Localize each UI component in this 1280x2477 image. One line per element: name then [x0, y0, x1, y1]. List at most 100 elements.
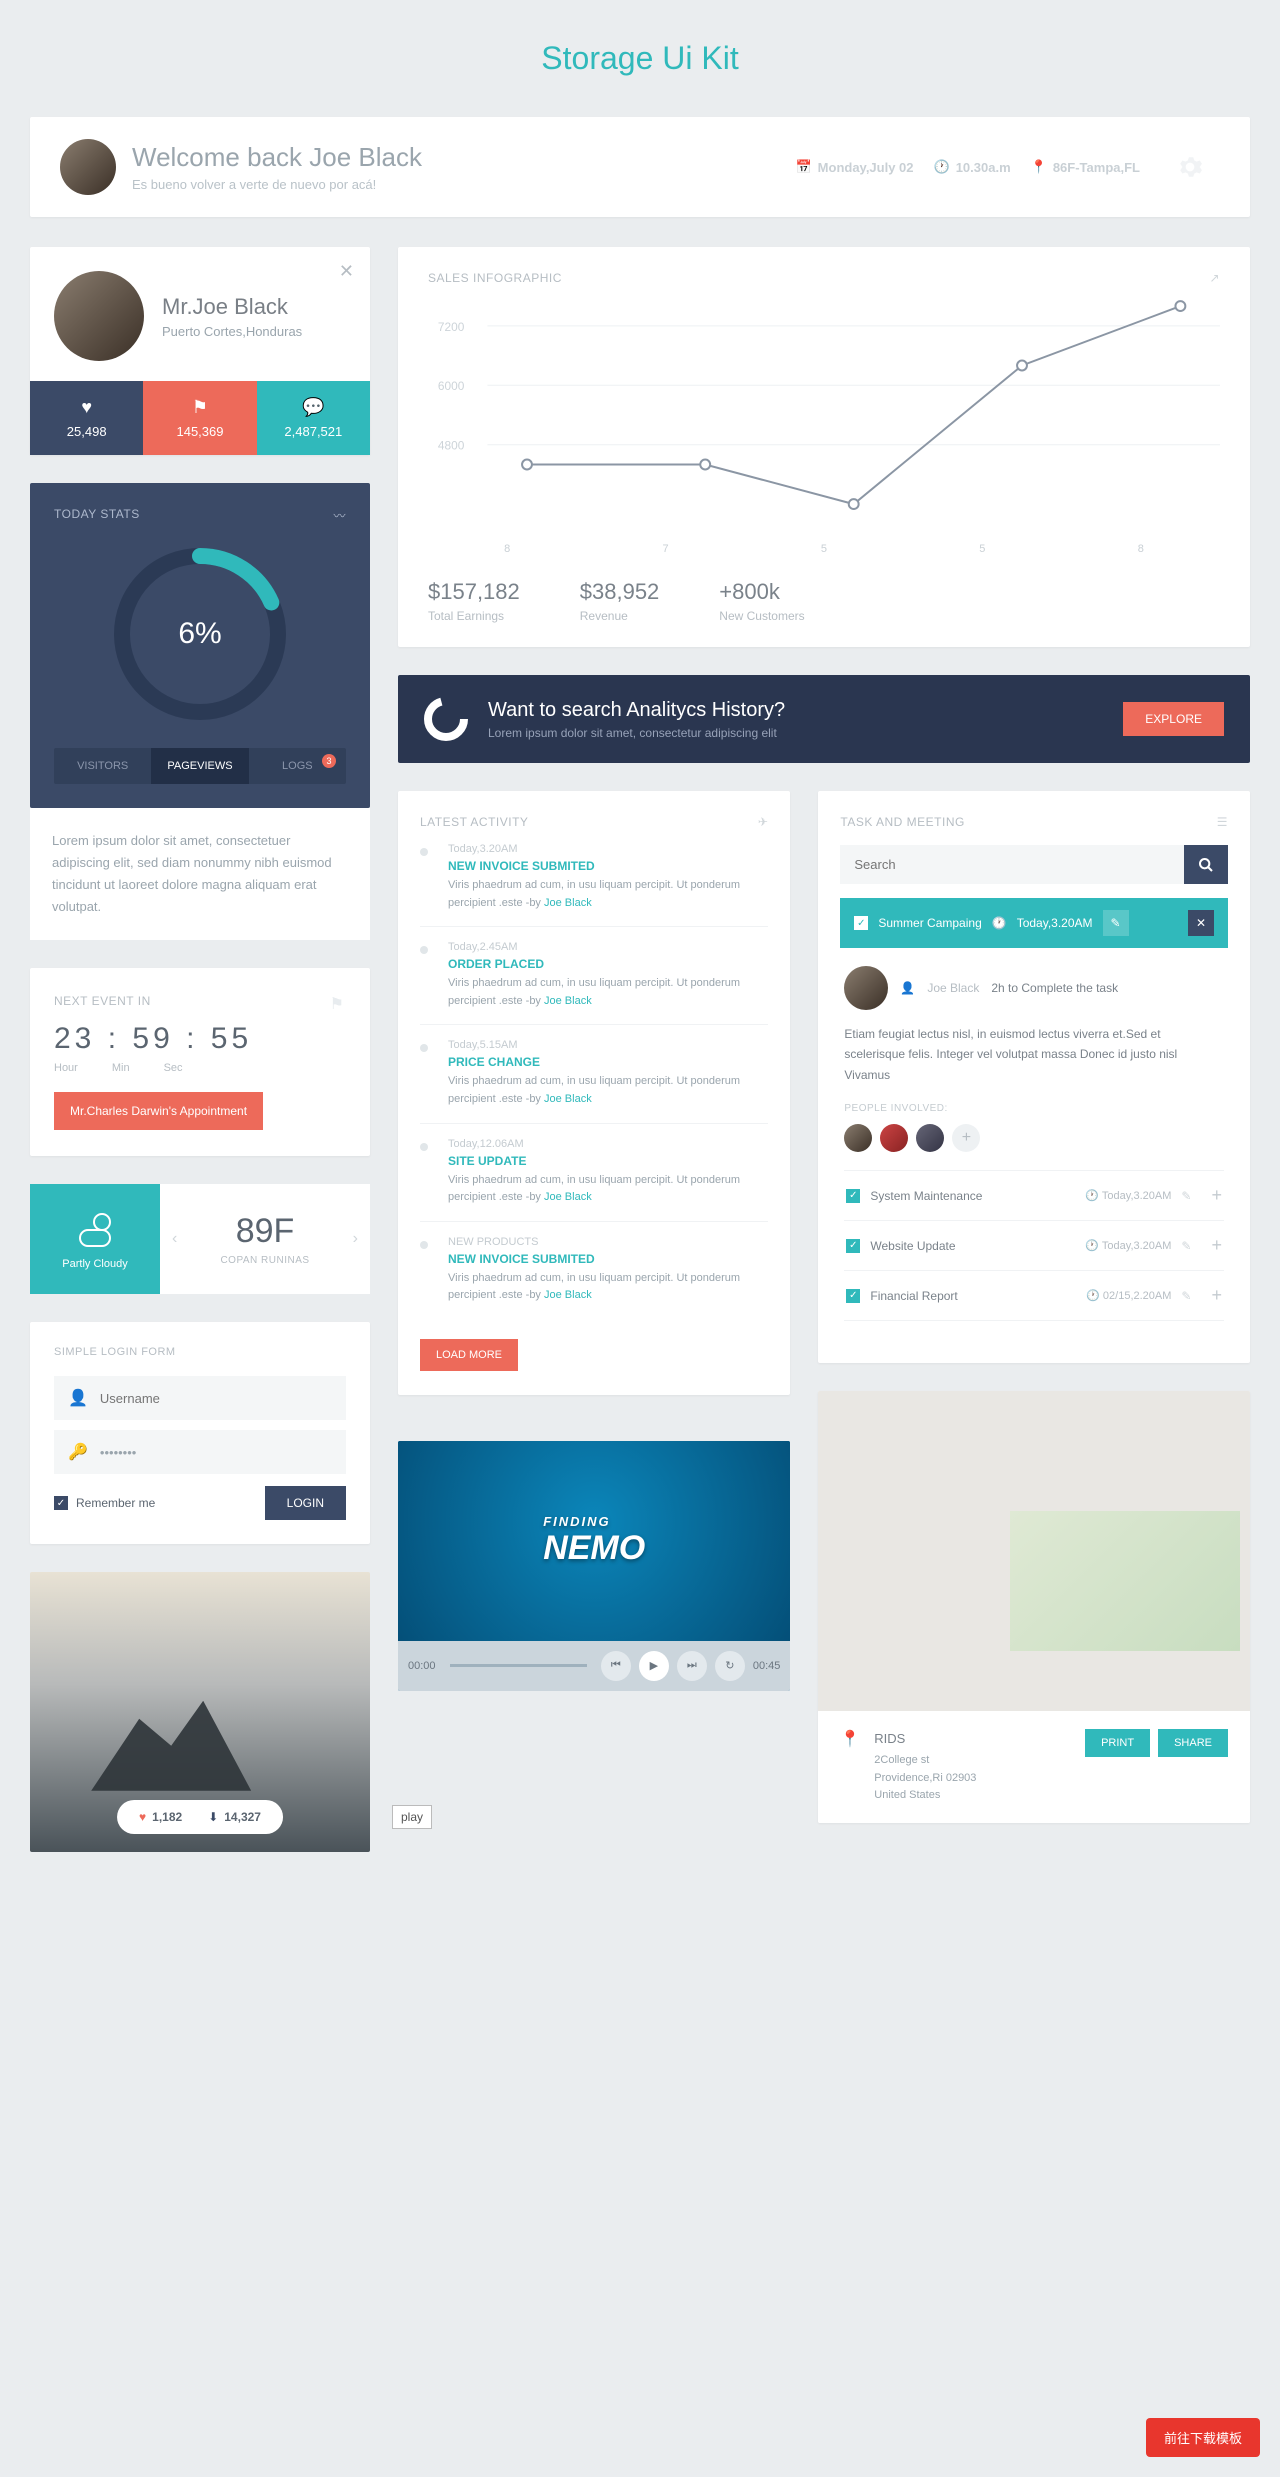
avatar[interactable] [880, 1124, 908, 1152]
login-title: SIMPLE LOGIN FORM [54, 1346, 346, 1358]
header-location: 📍 86F-Tampa,FL [1031, 159, 1140, 175]
add-icon[interactable]: + [1211, 1235, 1222, 1256]
timeline-dot [420, 1143, 428, 1151]
load-more-button[interactable]: LOAD MORE [420, 1339, 518, 1371]
task-card: TASK AND MEETING☰ ✓ Summer Campaing 🕐 To… [818, 791, 1250, 1363]
pie-icon [424, 697, 468, 741]
edit-icon[interactable]: ✎ [1181, 1289, 1191, 1303]
rocket-icon: ✈ [758, 815, 769, 829]
timeline-dot [420, 946, 428, 954]
welcome-sub: Es bueno volver a verte de nuevo por acá… [132, 177, 795, 192]
map[interactable] [818, 1391, 1250, 1711]
tab-logs[interactable]: LOGS3 [249, 748, 346, 784]
remember-checkbox[interactable]: ✓Remember me [54, 1496, 155, 1510]
video-time-start: 00:00 [408, 1660, 436, 1672]
weather-city: COPAN RUNINAS [220, 1255, 309, 1266]
activity-title: LATEST ACTIVITY [420, 815, 528, 829]
avatar[interactable] [844, 1124, 872, 1152]
activity-author[interactable]: Joe Black [544, 995, 592, 1007]
page-title: Storage Ui Kit [30, 40, 1250, 77]
checkbox-icon[interactable]: ✓ [846, 1289, 860, 1303]
stat-comments[interactable]: 💬2,487,521 [257, 381, 370, 455]
repeat-button[interactable]: ↻ [715, 1651, 745, 1681]
photo-card: ♥1,182 ⬇14,327 [30, 1572, 370, 1852]
weather-temp: 89F [236, 1212, 295, 1251]
search-button[interactable] [1184, 845, 1228, 884]
countdown-card: NEXT EVENT IN ⚑ 23 : 59 : 55 HourMinSec … [30, 968, 370, 1156]
svg-text:4800: 4800 [438, 439, 465, 453]
header-date: 📅 Monday,July 02 [795, 159, 913, 175]
stats-percentage: 6% [110, 544, 290, 724]
password-input[interactable] [100, 1445, 332, 1460]
explore-banner: Want to search Analitycs History?Lorem i… [398, 675, 1250, 763]
prev-button[interactable]: ⏮ [601, 1651, 631, 1681]
add-icon[interactable]: + [1211, 1285, 1222, 1306]
activity-item: NEW PRODUCTS NEW INVOICE SUBMITED Viris … [420, 1222, 768, 1319]
explore-sub: Lorem ipsum dolor sit amet, consectetur … [488, 726, 785, 740]
tab-visitors[interactable]: VISITORS [54, 748, 151, 784]
metric-customers: +800k [719, 579, 804, 605]
map-name: RIDS [874, 1729, 976, 1750]
settings-button[interactable] [1160, 137, 1220, 197]
edit-button[interactable]: ✎ [1103, 910, 1129, 936]
checkbox-icon[interactable]: ✓ [846, 1239, 860, 1253]
activity-card: LATEST ACTIVITY ✈ Today,3.20AM NEW INVOIC… [398, 791, 790, 1395]
avatar[interactable] [916, 1124, 944, 1152]
add-icon[interactable]: + [1211, 1185, 1222, 1206]
people-label: PEOPLE INVOLVED: [844, 1103, 1224, 1114]
activity-author[interactable]: Joe Black [544, 897, 592, 909]
video-player: FINDINGFINDING NEMONEMO 00:00 ⏮ ▶ ⏭ ↻ 00… [398, 1441, 790, 1691]
task-description: Etiam feugiat lectus nisl, in euismod le… [844, 1024, 1224, 1085]
pin-icon: 📍 [840, 1729, 860, 1749]
add-person-button[interactable]: + [952, 1124, 980, 1152]
svg-text:6000: 6000 [438, 379, 465, 393]
activity-item: Today,3.20AM NEW INVOICE SUBMITED Viris … [420, 829, 768, 927]
task-search-input[interactable] [840, 845, 1184, 884]
username-input[interactable] [100, 1391, 332, 1406]
next-button[interactable]: ⏭ [677, 1651, 707, 1681]
print-button[interactable]: PRINT [1085, 1729, 1150, 1757]
login-button[interactable]: LOGIN [265, 1486, 346, 1520]
event-button[interactable]: Mr.Charles Darwin's Appointment [54, 1092, 263, 1130]
activity-item: Today,12.06AM SITE UPDATE Viris phaedrum… [420, 1124, 768, 1222]
checkbox-icon[interactable]: ✓ [846, 1189, 860, 1203]
close-icon[interactable]: ✕ [339, 261, 354, 282]
activity-author[interactable]: Joe Black [544, 1289, 592, 1301]
download-template-button[interactable]: 前往下载模板 [1146, 2418, 1260, 2457]
edit-icon[interactable]: ✎ [1181, 1239, 1191, 1253]
activity-author[interactable]: Joe Black [544, 1191, 592, 1203]
explore-button[interactable]: EXPLORE [1123, 702, 1224, 736]
share-button[interactable]: SHARE [1158, 1729, 1228, 1757]
photo-downloads[interactable]: ⬇14,327 [208, 1810, 261, 1824]
map-card: 📍 RIDS 2College st Providence,Ri 02903 U… [818, 1391, 1250, 1823]
countdown-label: NEXT EVENT IN [54, 994, 346, 1008]
play-button[interactable]: ▶ [639, 1651, 669, 1681]
tab-content: Lorem ipsum dolor sit amet, consectetuer… [30, 808, 370, 940]
task-row[interactable]: ✓ System Maintenance 🕐 Today,3.20AM ✎ + [844, 1171, 1224, 1221]
task-row[interactable]: ✓ Website Update 🕐 Today,3.20AM ✎ + [844, 1221, 1224, 1271]
close-button[interactable]: ✕ [1188, 910, 1214, 936]
today-stats-card: TODAY STATS〰 6% VISITORS PAGEVIEWS LOGS3… [30, 483, 370, 940]
chevron-left-icon[interactable]: ‹ [172, 1230, 177, 1248]
profile-location: Puerto Cortes,Honduras [162, 324, 302, 339]
list-icon[interactable]: ☰ [1217, 815, 1228, 829]
timeline-dot [420, 848, 428, 856]
profile-card: ✕ Mr.Joe Black Puerto Cortes,Honduras ♥2… [30, 247, 370, 455]
key-icon: 🔑 [68, 1442, 88, 1462]
avatar [844, 966, 888, 1010]
activity-author[interactable]: Joe Black [544, 1093, 592, 1105]
stat-likes[interactable]: ♥25,498 [30, 381, 143, 455]
photo-likes[interactable]: ♥1,182 [139, 1810, 182, 1824]
heart-icon: ♥ [139, 1810, 146, 1824]
chevron-right-icon[interactable]: › [353, 1230, 358, 1248]
chart-title: SALES INFOGRAPHIC [428, 271, 562, 285]
task-row[interactable]: ✓ Financial Report 🕐 02/15,2.20AM ✎ + [844, 1271, 1224, 1321]
video-poster[interactable]: FINDINGFINDING NEMONEMO [398, 1441, 790, 1641]
activity-item: Today,5.15AM PRICE CHANGE Viris phaedrum… [420, 1025, 768, 1123]
tab-pageviews[interactable]: PAGEVIEWS [151, 748, 248, 784]
countdown-time: 23 : 59 : 55 [54, 1022, 346, 1056]
edit-icon[interactable]: ✎ [1181, 1189, 1191, 1203]
share-icon[interactable]: ↗ [1209, 271, 1220, 285]
stat-flags[interactable]: ⚑145,369 [143, 381, 256, 455]
flag-icon: ⚑ [143, 397, 256, 418]
